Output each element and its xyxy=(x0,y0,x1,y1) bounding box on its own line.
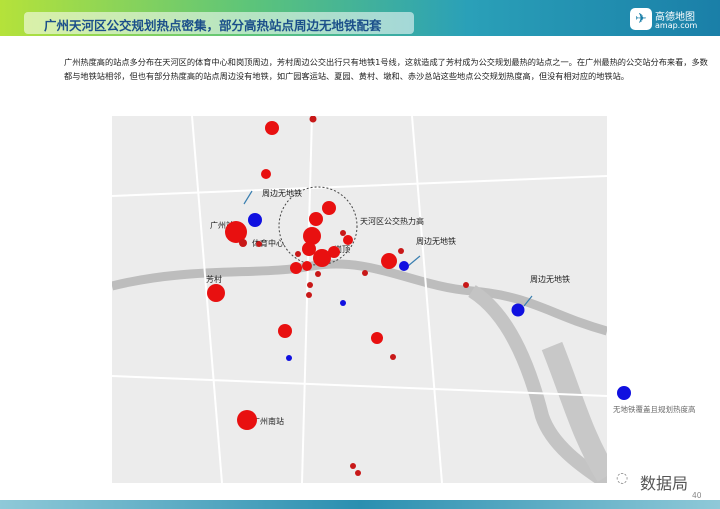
label-tianhe-hot: 天河区公交热力高 xyxy=(360,217,424,226)
hot-station-marker[interactable] xyxy=(463,282,469,288)
label-no-subway-3: 周边无地铁 xyxy=(530,275,570,284)
hot-station-marker[interactable] xyxy=(328,246,340,258)
hot-station-marker[interactable] xyxy=(278,324,292,338)
hot-station-marker[interactable] xyxy=(340,230,346,236)
legend-text: 无地铁覆盖且规划热度高 xyxy=(613,405,696,414)
hot-station-marker[interactable] xyxy=(309,212,323,226)
hot-station-marker[interactable] xyxy=(371,332,383,344)
label-no-subway-2: 周边无地铁 xyxy=(416,237,456,246)
label-no-subway-1: 周边无地铁 xyxy=(262,189,302,198)
page-title: 广州天河区公交规划热点密集，部分高热站点周边无地铁配套 xyxy=(44,18,382,33)
footer-bar xyxy=(0,500,720,509)
intro-text: 广州热度高的站点多分布在天河区的体育中心和岗顶周边，芳村周边公交出行只有地铁1号… xyxy=(64,57,708,81)
logo-url: amap.com xyxy=(655,21,698,30)
hot-station-marker[interactable] xyxy=(322,201,336,215)
hot-station-marker[interactable] xyxy=(256,241,262,247)
hot-station-marker[interactable] xyxy=(207,284,225,302)
hot-station-marker[interactable] xyxy=(381,253,397,269)
map[interactable]: 周边无地铁 广州站 芳村 体育中心 岗顶 天河区公交热力高 周边无地铁 周边无地… xyxy=(112,116,607,483)
wechat-icon: ◌ xyxy=(616,470,629,486)
legend-blue-dot-icon xyxy=(617,386,631,400)
hot-station-marker[interactable] xyxy=(350,463,356,469)
hot-station-marker[interactable] xyxy=(355,470,361,476)
hot-station-marker[interactable] xyxy=(343,235,353,245)
no-subway-station-marker[interactable] xyxy=(399,261,409,271)
hot-station-marker[interactable] xyxy=(265,121,279,135)
no-subway-station-marker[interactable] xyxy=(248,213,262,227)
hot-station-marker[interactable] xyxy=(239,239,247,247)
hot-station-marker[interactable] xyxy=(237,410,257,430)
hot-station-marker[interactable] xyxy=(295,251,301,257)
page-number: 40 xyxy=(692,491,702,500)
map-roads xyxy=(112,116,607,483)
hot-station-marker[interactable] xyxy=(306,292,312,298)
hot-station-marker[interactable] xyxy=(398,248,404,254)
no-subway-station-marker[interactable] xyxy=(511,303,525,317)
amap-logo-icon: ✈ xyxy=(630,8,652,30)
hot-station-marker[interactable] xyxy=(261,169,271,179)
hot-station-marker[interactable] xyxy=(315,271,321,277)
no-subway-station-marker[interactable] xyxy=(286,355,292,361)
no-subway-station-marker[interactable] xyxy=(340,300,346,306)
hot-station-marker[interactable] xyxy=(390,354,396,360)
hot-station-marker[interactable] xyxy=(290,262,302,274)
hot-station-marker[interactable] xyxy=(307,282,313,288)
hot-station-marker[interactable] xyxy=(302,261,312,271)
hot-station-marker[interactable] xyxy=(362,270,368,276)
watermark: 数据局 xyxy=(640,474,689,493)
